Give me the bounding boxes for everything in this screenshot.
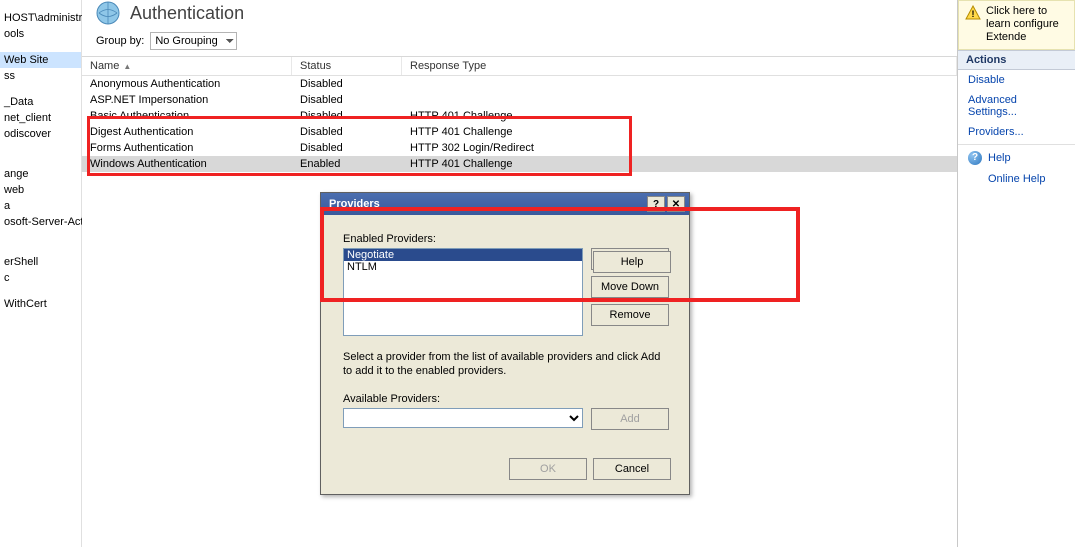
action-label: Help [988, 152, 1011, 164]
groupby-row: Group by: No Grouping [82, 26, 957, 56]
col-status-header[interactable]: Status [292, 57, 402, 75]
remove-button[interactable]: Remove [591, 304, 669, 326]
table-row-selected[interactable]: Windows Authentication Enabled HTTP 401 … [82, 156, 957, 172]
hint-text: Select a provider from the list of avail… [343, 350, 671, 379]
table-header: Name▲ Status Response Type [82, 57, 957, 76]
action-advanced-settings[interactable]: Advanced Settings... [958, 90, 1075, 122]
enabled-providers-list[interactable]: Negotiate NTLM [343, 248, 583, 336]
cell-response: HTTP 401 Challenge [402, 157, 957, 171]
alert-bar[interactable]: ! Click here to learn configure Extende [958, 0, 1075, 50]
action-help[interactable]: ? Help [958, 147, 1075, 169]
cell-response [402, 93, 957, 107]
tree-item[interactable]: c [0, 270, 81, 286]
cancel-button[interactable]: Cancel [593, 458, 671, 480]
tree-item[interactable]: _Data [0, 94, 81, 110]
cell-name: ASP.NET Impersonation [82, 93, 292, 107]
dialog-titlebar[interactable]: Providers ? ✕ [321, 193, 689, 215]
tree-item[interactable]: ss [0, 68, 81, 84]
col-name-header[interactable]: Name▲ [82, 57, 292, 75]
dialog-body: Help Enabled Providers: Negotiate NTLM M… [321, 215, 689, 494]
action-label: Online Help [988, 173, 1045, 185]
cell-name: Digest Authentication [82, 125, 292, 139]
cell-response [402, 77, 957, 91]
table-row[interactable]: Forms Authentication Disabled HTTP 302 L… [82, 140, 957, 156]
available-providers-select[interactable] [343, 408, 583, 428]
cell-response: HTTP 302 Login/Redirect [402, 141, 957, 155]
cell-status: Disabled [292, 125, 402, 139]
cell-status: Enabled [292, 157, 402, 171]
list-item[interactable]: Negotiate [344, 249, 582, 261]
sort-asc-icon: ▲ [123, 62, 131, 71]
action-online-help[interactable]: Online Help [958, 169, 1075, 189]
tree-item[interactable]: osoft-Server-Act [0, 214, 81, 230]
tree-item[interactable]: ools [0, 26, 81, 42]
list-item[interactable]: NTLM [344, 261, 582, 273]
page-header: Authentication [82, 0, 957, 26]
movedown-button[interactable]: Move Down [591, 276, 669, 298]
tree-item[interactable]: web [0, 182, 81, 198]
groupby-select[interactable]: No Grouping [150, 32, 237, 50]
available-providers-label: Available Providers: [343, 393, 671, 405]
close-icon[interactable]: ✕ [667, 196, 685, 212]
action-providers[interactable]: Providers... [958, 122, 1075, 145]
table-row[interactable]: Basic Authentication Disabled HTTP 401 C… [82, 108, 957, 124]
cell-status: Disabled [292, 93, 402, 107]
tree-item-website[interactable]: Web Site [0, 52, 81, 68]
add-button[interactable]: Add [591, 408, 669, 430]
svg-text:!: ! [972, 9, 975, 19]
tree-item[interactable]: HOST\administra [0, 10, 81, 26]
ok-button[interactable]: OK [509, 458, 587, 480]
tree-item[interactable]: ange [0, 166, 81, 182]
cell-response: HTTP 401 Challenge [402, 125, 957, 139]
table-row[interactable]: Digest Authentication Disabled HTTP 401 … [82, 124, 957, 140]
cell-name: Anonymous Authentication [82, 77, 292, 91]
dialog-title: Providers [329, 198, 645, 210]
cell-status: Disabled [292, 141, 402, 155]
action-disable[interactable]: Disable [958, 70, 1075, 90]
warning-icon: ! [965, 5, 981, 21]
providers-dialog: Providers ? ✕ Help Enabled Providers: Ne… [320, 192, 690, 495]
cell-status: Disabled [292, 77, 402, 91]
page-title: Authentication [130, 3, 244, 24]
cell-name: Windows Authentication [82, 157, 292, 171]
actions-panel: ! Click here to learn configure Extende … [957, 0, 1075, 547]
tree-item[interactable]: WithCert [0, 296, 81, 312]
tree-item[interactable]: net_client [0, 110, 81, 126]
enabled-providers-label: Enabled Providers: [343, 233, 671, 245]
cell-name: Forms Authentication [82, 141, 292, 155]
authentication-icon [94, 0, 122, 27]
col-response-header[interactable]: Response Type [402, 57, 957, 75]
help-icon: ? [968, 151, 982, 165]
table-row[interactable]: Anonymous Authentication Disabled [82, 76, 957, 92]
tree-item[interactable]: erShell [0, 254, 81, 270]
connections-tree: HOST\administra ools Web Site ss _Data n… [0, 0, 82, 547]
auth-table: Name▲ Status Response Type Anonymous Aut… [82, 56, 957, 172]
cell-response: HTTP 401 Challenge [402, 109, 957, 123]
alert-text: Click here to learn configure Extende [986, 5, 1068, 45]
tree-item[interactable]: a [0, 198, 81, 214]
cell-name: Basic Authentication [82, 109, 292, 123]
groupby-label: Group by: [96, 35, 144, 47]
cell-status: Disabled [292, 109, 402, 123]
dialog-help-button[interactable]: ? [647, 196, 665, 212]
table-row[interactable]: ASP.NET Impersonation Disabled [82, 92, 957, 108]
actions-header: Actions [958, 50, 1075, 70]
tree-item[interactable]: odiscover [0, 126, 81, 142]
help-button[interactable]: Help [593, 251, 671, 273]
